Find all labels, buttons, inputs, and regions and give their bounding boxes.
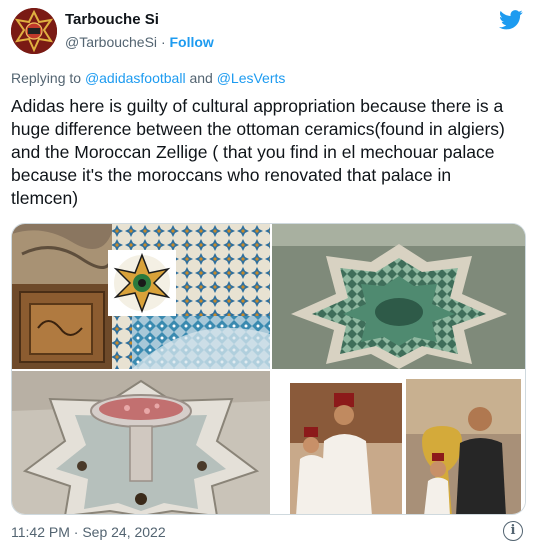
tweet-timestamp[interactable]: 11:42 PM · Sep 24, 2022: [11, 524, 166, 540]
tweet-card: Tarbouche Si @TarboucheSi · Follow Reply…: [0, 0, 533, 548]
separator-dot: ·: [160, 34, 166, 50]
reply-context: Replying to @adidasfootball and @LesVert…: [11, 70, 285, 86]
reply-mention-lesverts[interactable]: @LesVerts: [217, 70, 286, 86]
author-handle-row: @TarboucheSi · Follow: [65, 34, 214, 50]
tweet-text: Adidas here is guilty of cultural approp…: [11, 96, 505, 208]
avatar[interactable]: [11, 8, 57, 54]
reply-conjunction: and: [189, 70, 213, 86]
follow-button[interactable]: Follow: [170, 34, 214, 50]
reply-mention-adidasfootball[interactable]: @adidasfootball: [85, 70, 186, 86]
twitter-bird-icon[interactable]: [499, 10, 523, 30]
author-handle[interactable]: @TarboucheSi: [65, 34, 157, 50]
media-image-fountain-courtyard[interactable]: [272, 224, 525, 369]
media-image-royal-photos[interactable]: [272, 371, 525, 514]
media-image-star-fountain[interactable]: [12, 371, 270, 514]
media-image-zellige-collage[interactable]: [12, 224, 270, 369]
info-icon[interactable]: i: [503, 521, 523, 541]
avatar-image: [11, 8, 57, 54]
author-display-name[interactable]: Tarbouche Si: [65, 11, 159, 28]
reply-prefix: Replying to: [11, 70, 82, 86]
media-grid: [11, 223, 526, 515]
